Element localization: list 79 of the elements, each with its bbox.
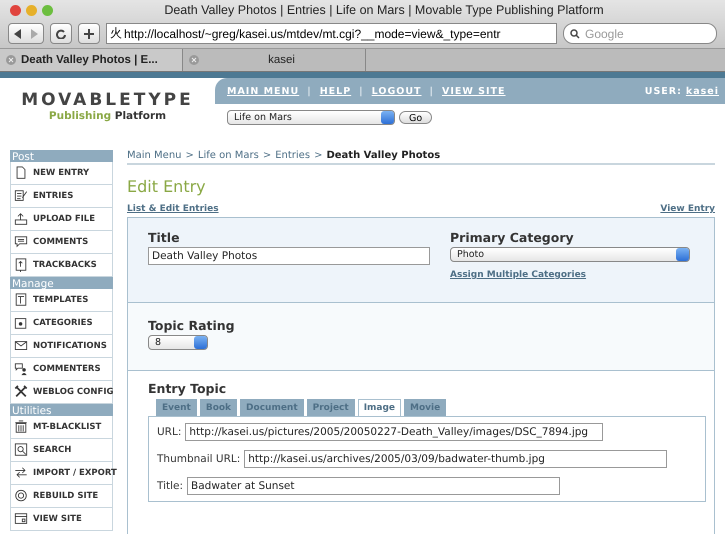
browser-tab[interactable]: kasei [183,49,366,71]
field-label: Thumbnail URL: [157,453,240,465]
plus-icon [84,28,94,38]
field-label: Topic Rating [148,318,236,333]
sidebar-item[interactable]: ENTRIES [10,185,113,208]
tools-icon [14,385,28,399]
breadcrumb-separator: > [262,150,272,161]
reload-icon [56,28,66,38]
assign-categories-link[interactable]: Assign Multiple Categories [450,270,586,280]
browser-tab[interactable]: Death Valley Photos | E... [0,49,183,71]
sidebar-item[interactable]: TRACKBACKS [10,254,113,277]
sidebar-item[interactable]: UPLOAD FILE [10,208,113,231]
reload-button[interactable] [50,23,72,44]
sidebar-item[interactable]: REBUILD SITE [10,485,113,508]
breadcrumb-current: Death Valley Photos [326,150,440,161]
zoom-icon[interactable] [42,4,53,16]
people-icon [14,362,28,376]
tray-icon [14,258,28,272]
field-label: URL: [157,426,182,438]
input-field[interactable]: Badwater at Sunset [187,477,560,495]
document-icon [14,166,28,180]
sidebar-item[interactable]: COMMENTS [10,231,113,254]
back-forward-icon [14,28,38,38]
sidebar-item[interactable]: MT-BLACKLIST [10,416,113,439]
category-select[interactable]: Photo [450,247,690,262]
trash-icon [14,420,28,434]
user-label: USER: [644,86,682,96]
sidebar-item[interactable]: CATEGORIES [10,312,113,335]
address-field[interactable]: 火 http://localhost/~greg/kasei.us/mtdev/mt.cgi?__mode=view&_type=entr [106,23,557,44]
input-field[interactable]: http://kasei.us/archives/2005/03/09/badwater-thumb.jpg [244,450,668,468]
field-label: Title [148,230,181,245]
breadcrumb-separator: > [314,150,322,161]
breadcrumb-link[interactable]: Main Menu [127,150,182,161]
speech-bubble-icon [14,235,28,249]
field-label: Entry Topic [148,381,228,396]
separator: | [430,86,434,96]
back-forward-button[interactable] [8,23,44,44]
window-title: Death Valley Photos | Entries | Life on Mars | Movable Type Publishing Platform [163,3,605,17]
close-icon[interactable] [10,4,21,16]
sidebar-heading: Manage [10,277,113,289]
sidebar-item[interactable]: NOTIFICATIONS [10,335,113,358]
field-label: Title: [157,480,184,492]
title-field[interactable]: Death Valley Photos [148,247,430,265]
close-icon[interactable] [189,55,199,65]
target-icon [14,489,28,503]
rating-select[interactable]: 8 [148,335,208,350]
swap-arrows-icon [14,466,28,480]
sidebar-item[interactable]: WEBLOG CONFIG [10,381,113,404]
separator: | [359,86,364,96]
search-icon [14,443,28,457]
template-icon [14,293,28,307]
sidebar-item[interactable]: NEW ENTRY [10,162,113,185]
sidebar-item[interactable]: COMMENTERS [10,358,113,381]
breadcrumb-link[interactable]: Entries [275,150,310,161]
sidebar-heading: Utilities [10,404,113,416]
view-entry-link[interactable]: View Entry [660,204,715,214]
pencil-page-icon [14,189,28,203]
go-button[interactable]: Go [399,111,432,124]
breadcrumb-separator: > [186,150,194,161]
sidebar-item[interactable]: SEARCH [10,439,113,462]
envelope-icon [14,339,28,353]
logo-text: MOVABLETYPE [21,90,194,110]
list-entries-link[interactable]: List & Edit Entries [127,204,219,214]
close-icon[interactable] [6,55,16,65]
add-bookmark-button[interactable] [78,23,100,44]
blog-select[interactable]: Life on Mars [227,110,395,125]
field-label: Primary Category [450,230,575,245]
tray-arrow-icon [14,212,28,226]
separator: | [307,86,312,96]
sidebar-item[interactable]: TEMPLATES [10,289,113,312]
breadcrumb-link[interactable]: Life on Mars [198,150,259,161]
page-title: Edit Entry [127,177,207,196]
input-field[interactable]: http://kasei.us/pictures/2005/20050227-Death_Valley/images/DSC_7894.jpg [185,423,604,441]
search-icon [570,28,582,38]
topic-tab[interactable]: Image [358,399,402,416]
sidebar-item[interactable]: VIEW SITE [10,508,113,531]
sidebar-heading: Post [10,150,113,162]
window-icon [14,512,28,526]
logo-tagline: Publishing Platform [48,110,166,122]
